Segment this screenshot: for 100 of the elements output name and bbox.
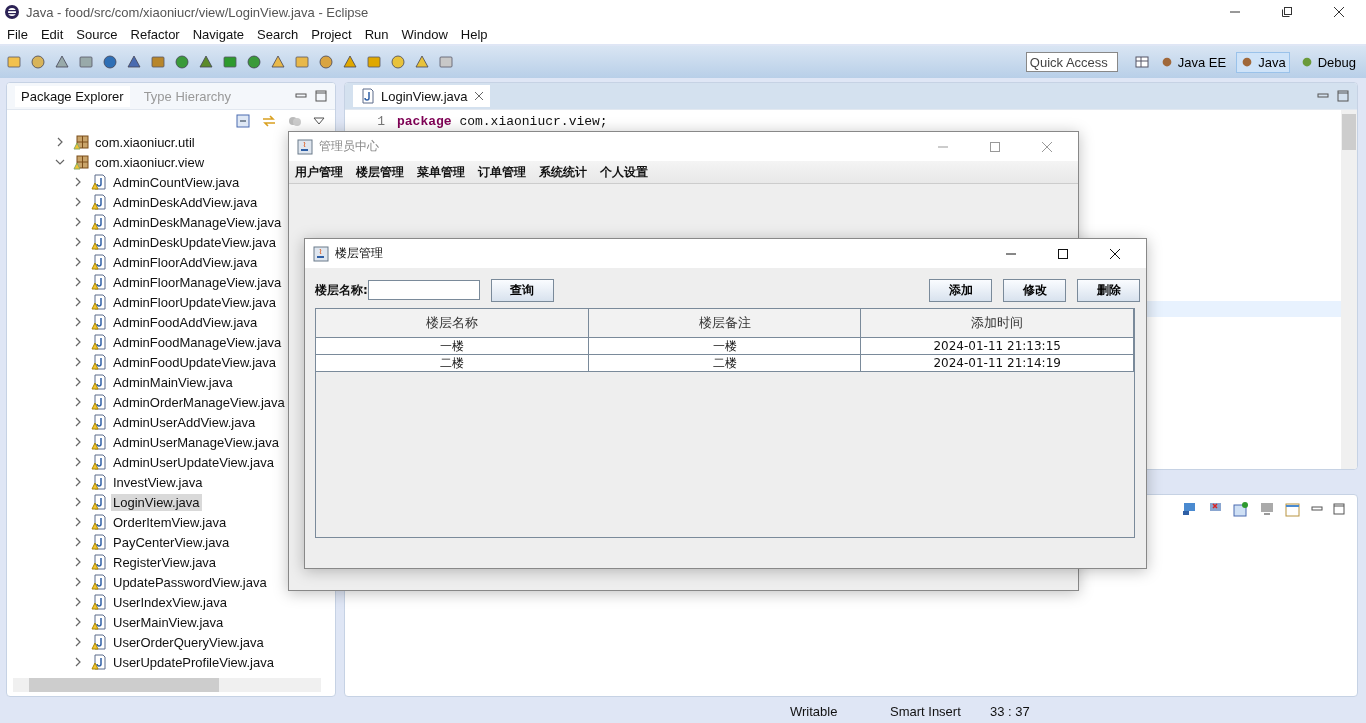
- new-window-icon[interactable]: [1285, 501, 1301, 517]
- tree-item[interactable]: AdminUserUpdateView.java: [111, 453, 276, 471]
- tree-item[interactable]: UserIndexView.java: [111, 593, 229, 611]
- code-line: package com.xiaoniucr.view;: [397, 114, 608, 129]
- vertical-scrollbar[interactable]: [1341, 110, 1357, 469]
- open-perspective-icon[interactable]: [1133, 54, 1150, 70]
- column-header[interactable]: 添加时间: [861, 309, 1134, 337]
- tree-item[interactable]: AdminCountView.java: [111, 173, 242, 191]
- view-tab[interactable]: Package Explorer: [15, 85, 130, 107]
- menu-item[interactable]: 菜单管理: [411, 163, 471, 181]
- column-header[interactable]: 楼层名称: [316, 309, 589, 337]
- action-button[interactable]: 删除: [1077, 278, 1140, 302]
- collapse-all-icon[interactable]: [235, 113, 251, 129]
- tree-item[interactable]: com.xiaoniucr.view: [93, 153, 207, 171]
- tree-item[interactable]: AdminFloorManageView.java: [111, 273, 284, 291]
- menu-item[interactable]: 楼层管理: [350, 163, 410, 181]
- tree-item[interactable]: UserMainView.java: [111, 613, 226, 631]
- java-file-icon: [91, 214, 107, 230]
- expanded-chevron-icon[interactable]: [55, 157, 65, 167]
- query-button[interactable]: 查询: [490, 278, 554, 302]
- quick-access-field[interactable]: Quick Access: [1025, 52, 1118, 72]
- menu-item[interactable]: 系统统计: [533, 163, 593, 181]
- action-button[interactable]: 添加: [929, 278, 992, 302]
- menu-item[interactable]: Search: [252, 26, 304, 42]
- tree-item[interactable]: AdminFoodManageView.java: [111, 333, 284, 351]
- column-header[interactable]: 楼层备注: [588, 309, 862, 337]
- java-file-icon: [91, 294, 107, 310]
- menu-item[interactable]: Window: [396, 26, 453, 42]
- menu-item[interactable]: Project: [306, 26, 357, 42]
- tree-item[interactable]: com.xiaoniucr.util: [93, 133, 197, 151]
- tree-item[interactable]: UpdatePasswordView.java: [111, 573, 269, 591]
- tree-item[interactable]: AdminDeskUpdateView.java: [111, 233, 279, 251]
- tree-item[interactable]: AdminMainView.java: [111, 373, 235, 391]
- tree-item[interactable]: RegisterView.java: [111, 553, 219, 571]
- close-icon[interactable]: [1334, 7, 1344, 17]
- menu-item[interactable]: Refactor: [125, 26, 185, 42]
- view-menu-icon[interactable]: [313, 115, 325, 127]
- java-file-icon: [91, 234, 107, 250]
- tree-item[interactable]: AdminDeskManageView.java: [111, 213, 284, 231]
- menu-item[interactable]: Help: [455, 26, 493, 42]
- tree-item[interactable]: AdminFoodAddView.java: [111, 313, 260, 331]
- java-file-icon: [91, 594, 107, 610]
- menu-item[interactable]: 订单管理: [472, 163, 532, 181]
- tree-item[interactable]: UserUpdateProfileView.java: [111, 653, 276, 671]
- display-icon[interactable]: [1181, 501, 1197, 517]
- java-file-icon: [91, 574, 107, 590]
- java-file-icon: [91, 554, 107, 570]
- menu-item[interactable]: 个人设置: [594, 163, 654, 181]
- menu-item[interactable]: 用户管理: [289, 163, 349, 181]
- java-file-icon: [91, 374, 107, 390]
- horizontal-scrollbar[interactable]: [13, 678, 321, 692]
- tree-item[interactable]: PayCenterView.java: [111, 533, 232, 551]
- java-cup-icon: [297, 138, 313, 155]
- status-text: 33 : 37: [990, 703, 1030, 719]
- window-title: Java - food/src/com/xiaoniucr/view/LoginView.java - Eclipse: [26, 4, 369, 20]
- java-file-icon: [91, 274, 107, 290]
- perspective-button[interactable]: Java EE: [1155, 51, 1231, 73]
- tree-item[interactable]: InvestView.java: [111, 473, 205, 491]
- tree-item[interactable]: AdminOrderManageView.java: [111, 393, 287, 411]
- java-file-icon: [91, 414, 107, 430]
- java-file-icon: [91, 614, 107, 630]
- editor-tab[interactable]: LoginView.java: [353, 85, 490, 107]
- java-file-icon: [91, 454, 107, 470]
- java-file-icon: [91, 514, 107, 530]
- menu-item[interactable]: Run: [359, 26, 394, 42]
- action-button[interactable]: 修改: [1003, 278, 1066, 302]
- tree-item[interactable]: AdminUserAddView.java: [111, 413, 258, 431]
- maximize-icon[interactable]: [1058, 248, 1068, 259]
- java-file-icon: [359, 88, 375, 104]
- monitor-icon[interactable]: [1259, 501, 1275, 517]
- maximize-icon[interactable]: [1282, 7, 1292, 17]
- menu-item[interactable]: Source: [71, 26, 123, 42]
- tree-item[interactable]: AdminFloorUpdateView.java: [111, 293, 279, 311]
- tree-item[interactable]: AdminUserManageView.java: [111, 433, 281, 451]
- collapsed-chevron-icon[interactable]: [55, 137, 65, 147]
- perspective-button[interactable]: Java: [1236, 51, 1290, 73]
- close-icon[interactable]: [1110, 248, 1120, 259]
- java-file-icon: [91, 314, 107, 330]
- tree-item[interactable]: UserOrderQueryView.java: [111, 633, 266, 651]
- app-icon: [4, 4, 20, 20]
- menu-item[interactable]: Edit: [35, 26, 69, 42]
- table-cell: 一楼: [316, 338, 589, 354]
- tree-item[interactable]: AdminDeskAddView.java: [111, 193, 260, 211]
- floor-name-field[interactable]: [367, 280, 480, 300]
- tree-item[interactable]: LoginView.java: [111, 493, 202, 511]
- perspective-button[interactable]: Debug: [1295, 51, 1360, 73]
- java-cup-icon: [313, 245, 329, 262]
- status-text: Writable: [790, 703, 839, 719]
- tree-item[interactable]: AdminFoodUpdateView.java: [111, 353, 279, 371]
- java-file-icon: [91, 194, 107, 210]
- java-file-icon: [91, 394, 107, 410]
- line-number: 1: [376, 114, 386, 129]
- table-cell: 二楼: [588, 355, 862, 371]
- menu-item[interactable]: File: [2, 26, 33, 42]
- field-label: 楼层名称:: [315, 281, 368, 299]
- tree-item[interactable]: AdminFloorAddView.java: [111, 253, 260, 271]
- menu-item[interactable]: Navigate: [187, 26, 249, 42]
- java-file-icon: [91, 334, 107, 350]
- tree-item[interactable]: OrderItemView.java: [111, 513, 229, 531]
- dialog-title: 管理员中心: [319, 138, 379, 155]
